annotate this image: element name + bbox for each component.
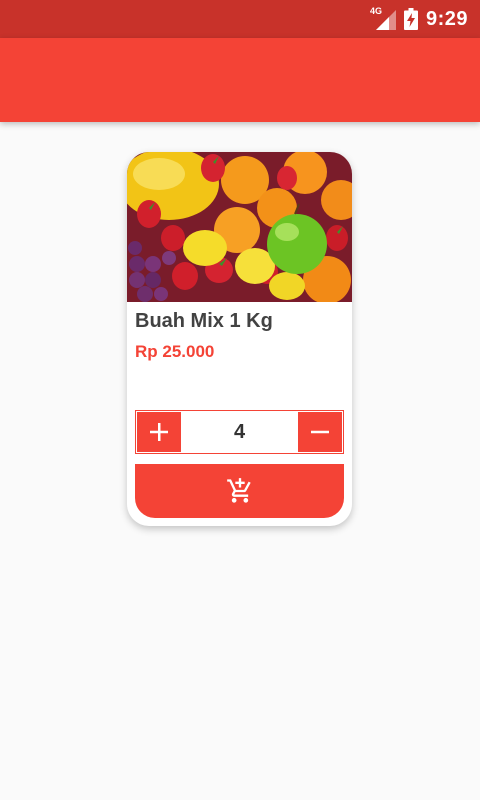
product-name: Buah Mix 1 Kg: [135, 310, 273, 332]
app-bar: [0, 38, 480, 122]
quantity-value[interactable]: 4: [182, 411, 297, 453]
status-bar: 4G 9:29: [0, 0, 480, 38]
product-card[interactable]: Buah Mix 1 Kg Rp 25.000 4: [127, 152, 352, 526]
add-to-cart-button[interactable]: [135, 464, 344, 518]
add-shopping-cart-icon: [226, 478, 251, 503]
product-image: [127, 152, 352, 302]
plus-icon: [150, 423, 168, 441]
signal-icon: [375, 10, 396, 30]
network-indicator: 4G: [370, 6, 396, 30]
increment-button[interactable]: [137, 412, 181, 452]
battery-charging-icon: [403, 8, 418, 30]
status-icons: 4G 9:29: [370, 0, 468, 38]
minus-icon: [311, 430, 329, 434]
decrement-button[interactable]: [298, 412, 342, 452]
quantity-stepper: 4: [135, 410, 344, 454]
product-price: Rp 25.000: [135, 342, 215, 361]
status-time: 9:29: [425, 7, 468, 30]
